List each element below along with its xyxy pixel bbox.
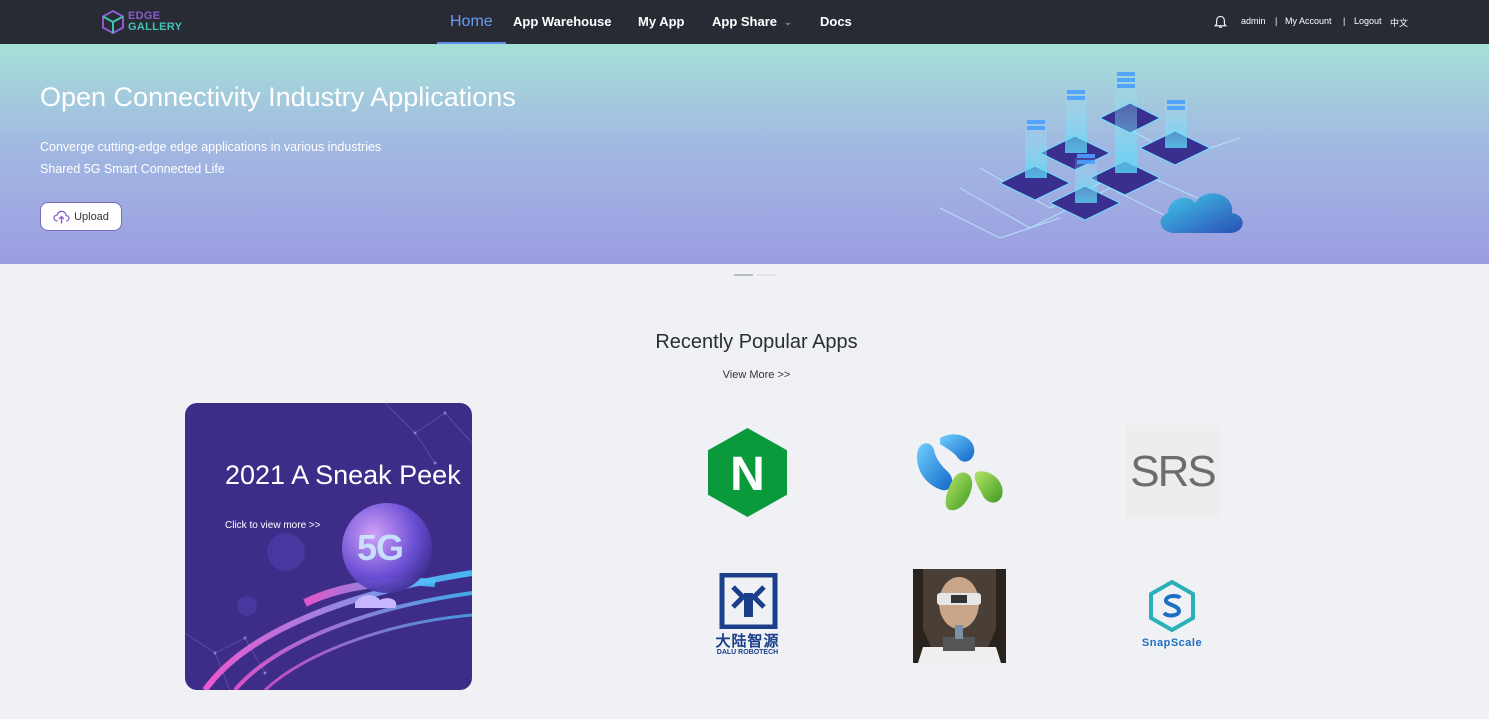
app-snapscale[interactable]: SnapScale [1131,579,1213,652]
app-dalu-robotech[interactable]: 大陆智源 DALU ROBOTECH [708,572,787,659]
nav-docs[interactable]: Docs [820,0,852,44]
dalu-english-name: DALU ROBOTECH [716,649,779,656]
banner-title: Open Connectivity Industry Applications [40,82,516,112]
brand-line2: GALLERY [128,21,183,33]
logout-link[interactable]: Logout [1354,16,1382,26]
app-vr-demo[interactable] [913,569,1006,663]
top-navbar: EDGE GALLERY Home App Warehouse My App A… [0,0,1489,44]
banner-subtitle-2: Shared 5G Smart Connected Life [40,162,225,176]
app-nginx[interactable]: N [708,428,787,517]
snapscale-wordmark: SnapScale [1141,637,1203,649]
app-srs[interactable]: SRS [1126,425,1219,518]
dalu-robotech-logo-icon [719,572,778,630]
upload-button[interactable]: Upload [40,202,122,231]
language-switch[interactable]: 中文 [1390,16,1408,29]
promo-title: 2021 A Sneak Peek [225,460,461,490]
username-label[interactable]: admin [1241,16,1266,26]
srs-logo-icon: SRS [1130,447,1216,496]
5g-promo-art-icon [185,403,472,690]
promo-link[interactable]: Click to view more >> [225,520,321,531]
dalu-chinese-name: 大陆智源 [715,633,780,650]
popular-apps-title: Recently Popular Apps [655,331,858,353]
nav-app-warehouse[interactable]: App Warehouse [513,0,611,44]
brand-logo[interactable]: EDGE GALLERY [102,10,182,34]
promo-5g-badge: 5G [357,527,404,568]
view-more-link[interactable]: View More >> [0,369,1489,381]
cube-logo-icon [102,10,124,34]
app-petal[interactable] [914,432,1006,514]
hero-banner: Open Connectivity Industry Applications … [0,44,1489,264]
bell-icon[interactable] [1214,15,1227,29]
cloud-upload-icon [53,210,70,223]
vr-user-photo-icon [913,569,1006,663]
menu-separator: | [1275,16,1278,26]
nginx-logo-icon: N [708,428,787,517]
my-account-link[interactable]: My Account [1285,16,1332,26]
carousel-indicator [734,274,776,276]
chevron-down-icon: ⌄ [784,17,792,27]
carousel-dot[interactable] [734,274,753,276]
nav-home[interactable]: Home [437,0,506,44]
brand-wordmark: EDGE GALLERY [128,11,182,33]
promo-card[interactable]: 2021 A Sneak Peek Click to view more >> … [185,403,472,690]
nav-my-app[interactable]: My App [638,0,684,44]
nav-app-share-label: App Share [712,14,778,29]
menu-separator: | [1343,16,1346,26]
carousel-dot[interactable] [757,274,776,276]
petal-app-logo-icon [917,434,1003,511]
nav-app-share[interactable]: App Share ⌄ [712,0,792,44]
cloud-servers-illustration-icon [939,72,1243,239]
upload-button-label: Upload [74,210,109,223]
snapscale-logo-icon [1149,579,1195,633]
banner-subtitle-1: Converge cutting-edge edge applications … [40,140,382,154]
nginx-letter: N [730,448,765,501]
